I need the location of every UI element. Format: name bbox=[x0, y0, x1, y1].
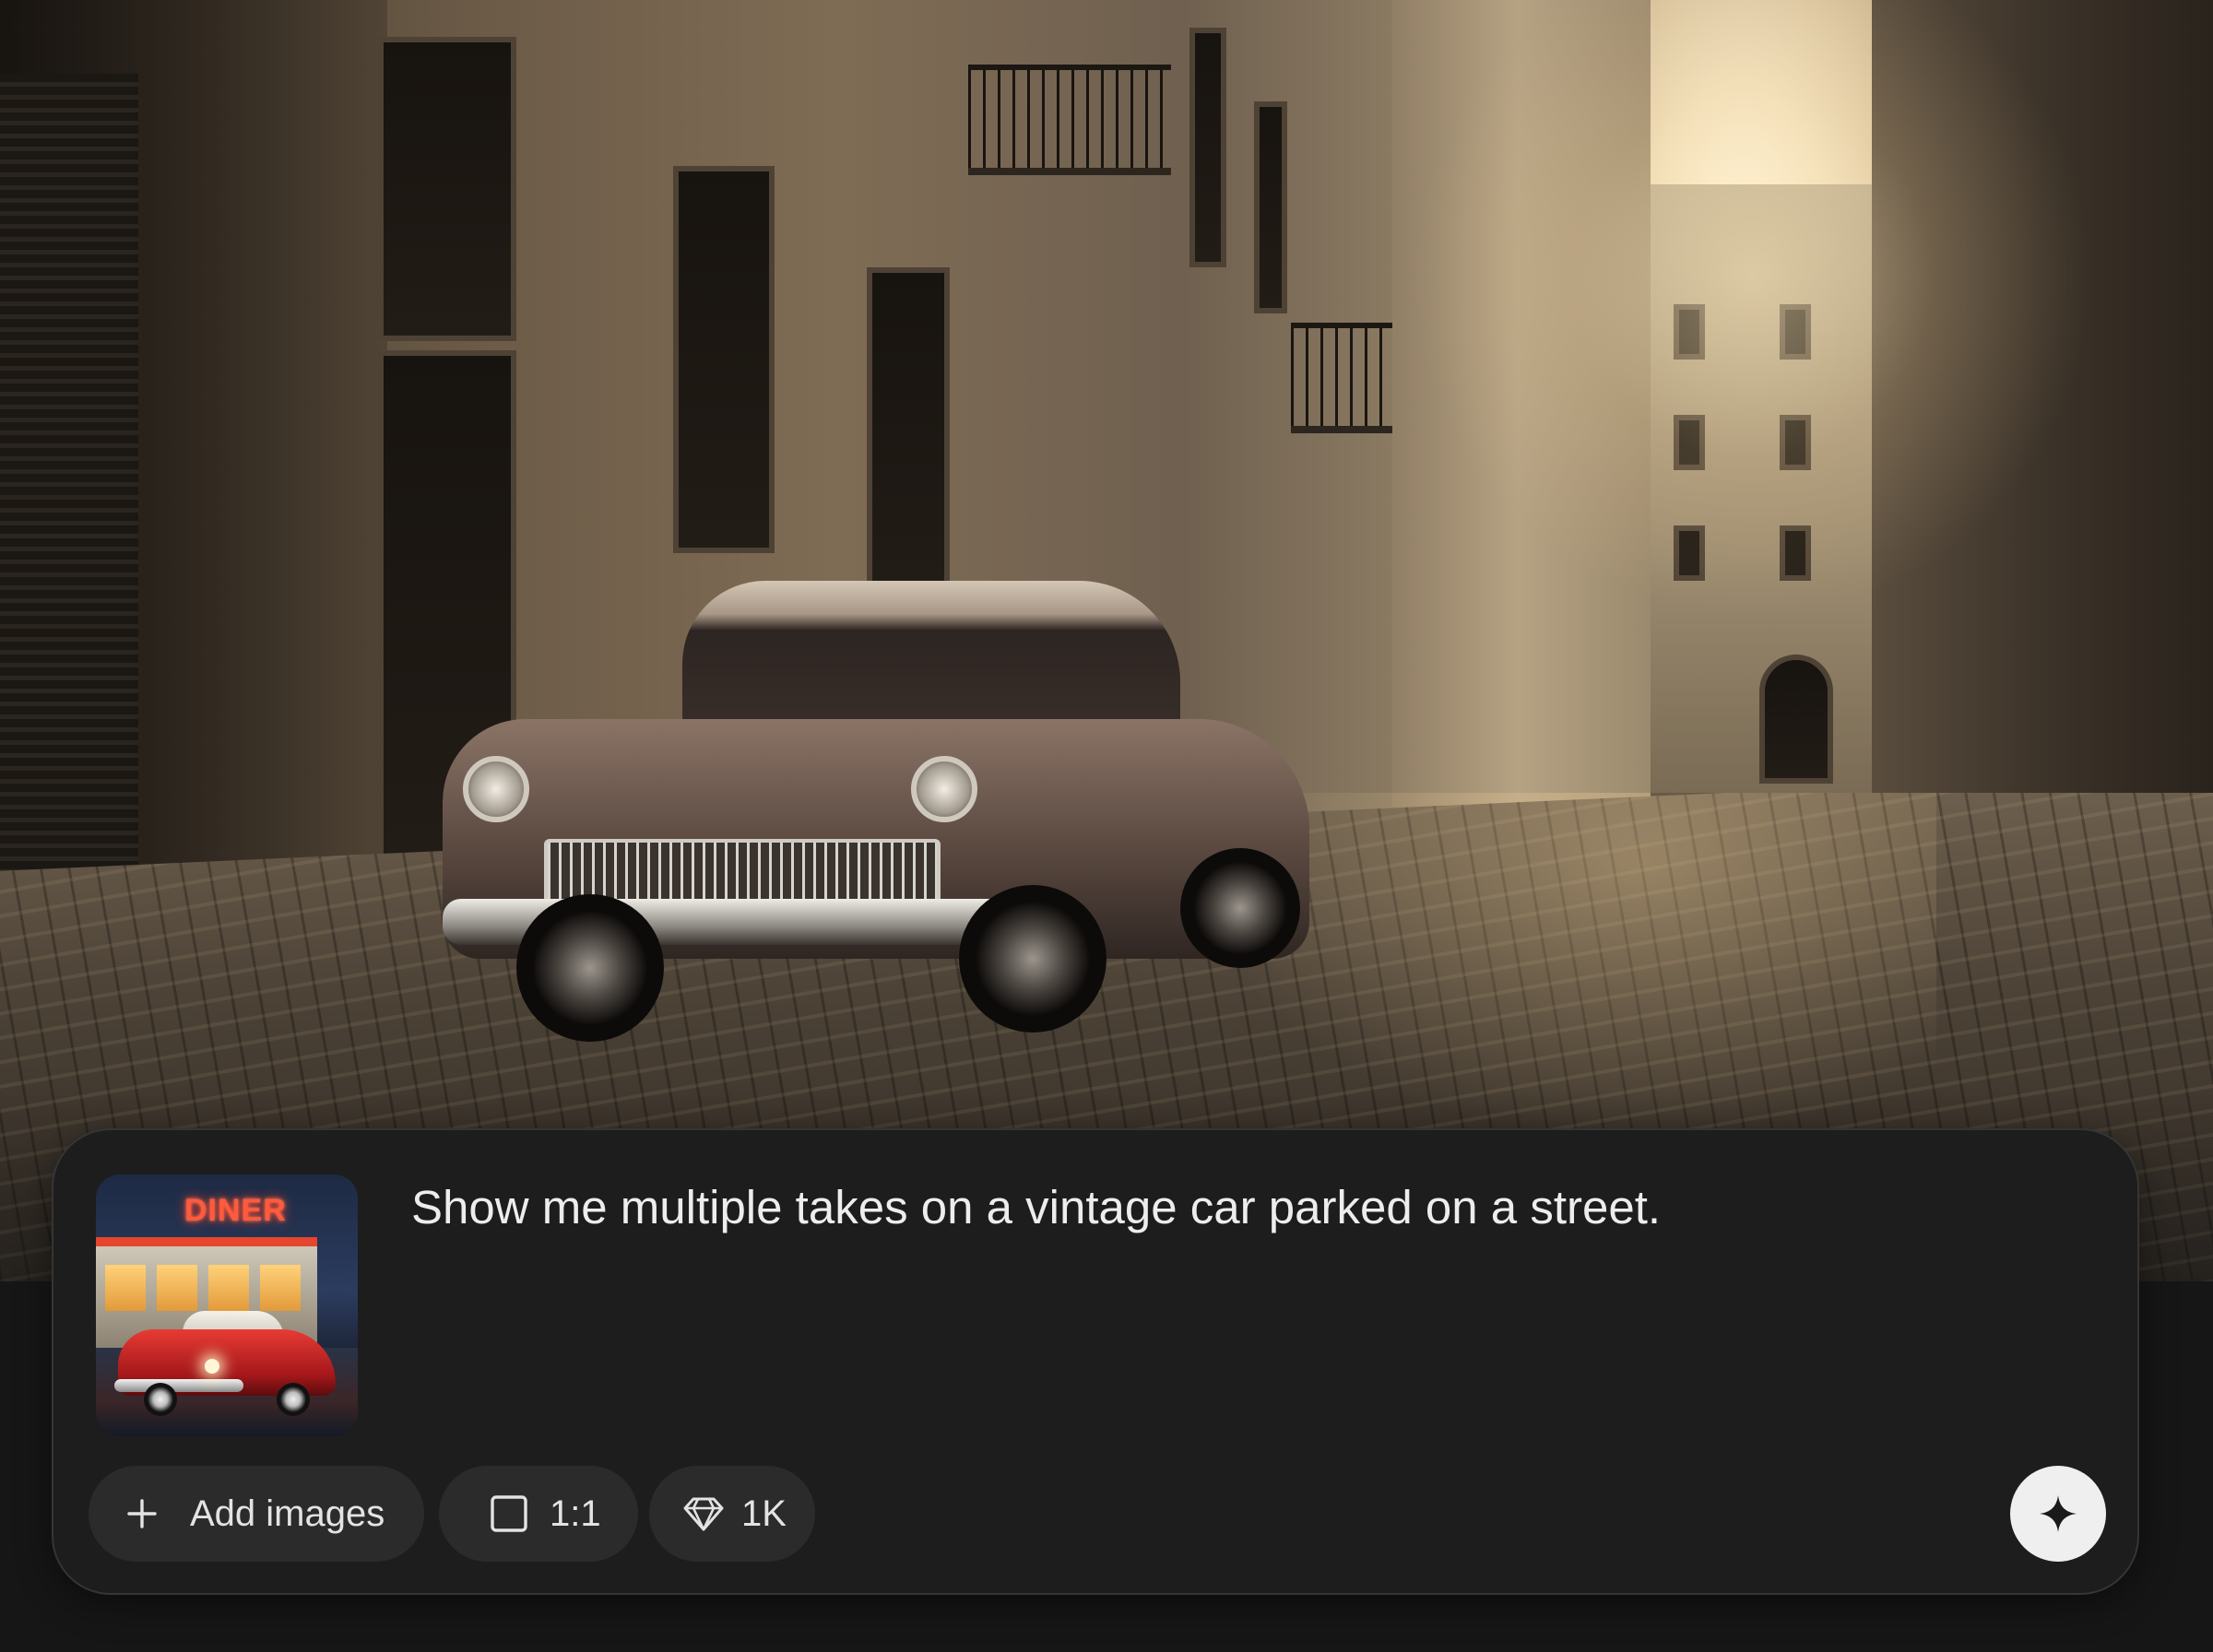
add-images-label: Add images bbox=[190, 1493, 385, 1534]
diamond-icon bbox=[682, 1495, 725, 1532]
aspect-ratio-button[interactable]: 1:1 bbox=[439, 1466, 638, 1562]
diner-window bbox=[260, 1265, 301, 1311]
car-wheel bbox=[959, 885, 1106, 1032]
reference-image-thumbnail[interactable]: DINER bbox=[96, 1174, 358, 1436]
aspect-ratio-label: 1:1 bbox=[550, 1493, 601, 1534]
sun-glow bbox=[1383, 0, 2121, 645]
resolution-button[interactable]: 1K bbox=[649, 1466, 815, 1562]
diner-window bbox=[157, 1265, 197, 1311]
background-image bbox=[0, 0, 2213, 1281]
car-headlight bbox=[463, 756, 529, 822]
add-images-button[interactable]: Add images bbox=[89, 1466, 424, 1562]
plus-icon bbox=[124, 1495, 160, 1532]
page: DINER Show me multiple takes on a vintag… bbox=[0, 0, 2213, 1652]
prompt-input[interactable]: Show me multiple takes on a vintage car … bbox=[411, 1178, 2071, 1237]
car-wheel bbox=[1180, 848, 1300, 968]
car-wheel bbox=[516, 894, 664, 1042]
red-car-bumper bbox=[114, 1379, 243, 1392]
window bbox=[673, 166, 775, 553]
balcony bbox=[968, 65, 1171, 175]
diner-sign: DINER bbox=[184, 1193, 287, 1228]
diner-window bbox=[105, 1265, 146, 1311]
red-car-headlight bbox=[205, 1359, 219, 1374]
car-headlight bbox=[911, 756, 977, 822]
vintage-car bbox=[443, 581, 1309, 1042]
diner-window bbox=[208, 1265, 249, 1311]
window bbox=[867, 267, 950, 590]
sparkle-icon bbox=[2038, 1493, 2078, 1534]
balcony bbox=[1291, 323, 1392, 433]
window bbox=[1254, 101, 1287, 313]
generate-button[interactable] bbox=[2010, 1466, 2106, 1562]
resolution-label: 1K bbox=[741, 1493, 787, 1534]
prompt-panel: DINER Show me multiple takes on a vintag… bbox=[52, 1128, 2139, 1595]
car-grille bbox=[544, 839, 941, 903]
rolling-shutter bbox=[0, 74, 138, 931]
window bbox=[1189, 28, 1226, 267]
square-icon bbox=[489, 1493, 529, 1534]
window bbox=[378, 37, 516, 341]
red-car-wheel bbox=[144, 1383, 177, 1416]
red-car-wheel bbox=[277, 1383, 310, 1416]
archway bbox=[1759, 655, 1833, 784]
